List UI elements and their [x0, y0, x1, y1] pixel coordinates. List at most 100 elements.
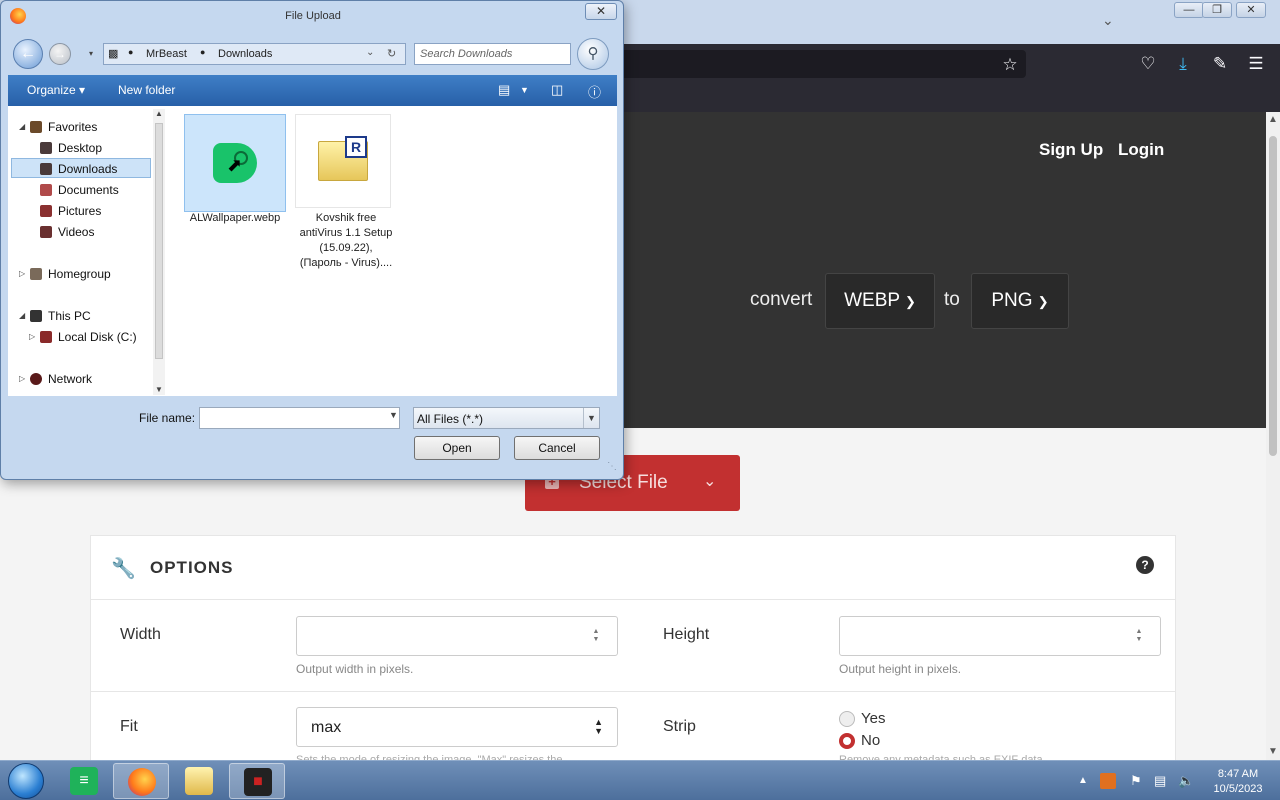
resize-grip-icon[interactable]: ⋱	[607, 461, 617, 472]
disk-icon	[40, 331, 52, 343]
scroll-down-icon[interactable]: ▼	[155, 385, 163, 394]
to-format-value: PNG	[991, 290, 1033, 311]
file-name-line: Kovshik free	[315, 212, 377, 224]
nav-item-desktop[interactable]: Desktop	[40, 141, 102, 155]
nav-scrollbar[interactable]: ▲ ▼	[153, 109, 165, 395]
taskbar-app-dark[interactable]: ■	[229, 763, 285, 799]
url-bar[interactable]: ☆	[610, 50, 1026, 78]
search-input[interactable]: Search Downloads	[414, 43, 571, 65]
strip-yes-label[interactable]: Yes	[861, 710, 885, 727]
recent-locations-icon[interactable]: ▾	[89, 49, 93, 58]
nav-item-favorites[interactable]: Favorites	[30, 120, 97, 134]
system-clock[interactable]: 8:47 AM 10/5/2023	[1206, 767, 1270, 797]
nav-item-label: Local Disk (C:)	[58, 330, 137, 344]
network-tray-icon[interactable]: ▤	[1154, 773, 1166, 789]
menu-icon[interactable]: ☰	[1246, 54, 1266, 74]
volume-icon[interactable]: 🔈	[1178, 773, 1194, 789]
taskbar-app-firefox[interactable]	[113, 763, 169, 799]
signup-link[interactable]: Sign Up	[1039, 140, 1103, 160]
spinner-icon[interactable]: ▲ ▼	[591, 628, 601, 644]
scrollbar-thumb[interactable]	[155, 123, 163, 359]
from-format-value: WEBP	[844, 290, 900, 311]
strip-no-radio[interactable]	[839, 733, 855, 749]
nav-item-label: Pictures	[58, 204, 102, 218]
scrollbar-thumb[interactable]	[1269, 136, 1277, 456]
close-window-icon[interactable]: ✕	[1236, 2, 1266, 18]
address-bar[interactable]: ▩ ● MrBeast ● Downloads ⌄ ↻	[103, 43, 406, 65]
page-scrollbar[interactable]: ▲ ▼	[1266, 112, 1280, 760]
forward-arrow-icon[interactable]: →	[49, 43, 71, 65]
address-dropdown-icon[interactable]: ⌄	[366, 47, 374, 58]
chevron-down-icon[interactable]: ⌄	[703, 471, 716, 491]
action-center-flag-icon[interactable]: ⚑	[1130, 773, 1142, 789]
nav-item-label: Favorites	[48, 120, 98, 134]
collapse-icon[interactable]: ◢	[19, 311, 25, 320]
app-icon: ■	[244, 768, 272, 796]
nav-item-videos[interactable]: Videos	[40, 225, 94, 239]
file-name-input[interactable]	[199, 407, 400, 429]
height-input[interactable]: ▲ ▼	[839, 616, 1161, 656]
extensions-icon[interactable]: ✎	[1210, 54, 1230, 74]
collapse-icon[interactable]: ◢	[19, 122, 25, 131]
width-label: Width	[120, 626, 161, 643]
width-input[interactable]: ▲ ▼	[296, 616, 618, 656]
help-icon[interactable]: ?	[1136, 556, 1154, 574]
nav-item-homegroup[interactable]: Homegroup	[30, 267, 111, 281]
strip-yes-radio[interactable]	[839, 711, 855, 727]
file-upload-dialog: File Upload ✕ ← → ▾ ▩ ● MrBeast ● Downlo…	[0, 0, 624, 480]
breadcrumb-downloads[interactable]: Downloads	[218, 48, 272, 60]
minimize-icon[interactable]: —	[1174, 2, 1204, 18]
scroll-up-icon[interactable]: ▲	[155, 109, 163, 118]
login-link[interactable]: Login	[1118, 140, 1164, 160]
preview-pane-icon[interactable]: ◫	[551, 82, 563, 98]
change-view-icon[interactable]: ▤	[498, 82, 510, 98]
bookmark-star-icon[interactable]: ☆	[1000, 55, 1020, 75]
start-button[interactable]	[8, 763, 44, 799]
maximize-icon[interactable]: ❐	[1202, 2, 1232, 18]
nav-item-downloads[interactable]: Downloads	[40, 162, 117, 176]
wrench-icon: 🔧	[111, 558, 136, 580]
breadcrumb-separator-icon[interactable]: ●	[200, 47, 205, 57]
taskbar-app-green[interactable]: ≡	[56, 763, 112, 799]
folder-user-icon: ▩	[108, 48, 119, 60]
scroll-up-icon[interactable]: ▲	[1268, 114, 1278, 125]
search-icon[interactable]: ⚲	[577, 38, 609, 70]
expand-icon[interactable]: ▷	[19, 269, 25, 278]
pocket-icon[interactable]: ♡	[1138, 54, 1158, 74]
expand-icon[interactable]: ▷	[19, 374, 25, 383]
list-all-tabs-icon[interactable]: ⌄	[1102, 12, 1114, 29]
help-icon[interactable]: ⓘ	[588, 82, 601, 101]
organize-button[interactable]: Organize ▾	[27, 83, 85, 97]
file-type-select[interactable]: All Files (*.*) ▼	[413, 407, 600, 429]
breadcrumb-separator-icon[interactable]: ●	[128, 47, 133, 57]
cancel-button[interactable]: Cancel	[514, 436, 600, 460]
open-button[interactable]: Open	[414, 436, 500, 460]
new-folder-button[interactable]: New folder	[118, 83, 175, 97]
refresh-icon[interactable]: ↻	[387, 47, 396, 60]
nav-item-documents[interactable]: Documents	[40, 183, 119, 197]
taskbar-app-explorer[interactable]	[171, 763, 227, 799]
breadcrumb-mrbeast[interactable]: MrBeast	[146, 48, 187, 60]
file-thumbnail: R	[295, 114, 391, 208]
to-format-dropdown[interactable]: PNG ❯	[971, 273, 1069, 329]
scroll-down-icon[interactable]: ▼	[1268, 746, 1278, 757]
nav-item-this-pc[interactable]: This PC	[30, 309, 91, 323]
nav-item-pictures[interactable]: Pictures	[40, 204, 101, 218]
height-hint: Output height in pixels.	[839, 662, 962, 676]
from-format-dropdown[interactable]: WEBP ❯	[825, 273, 935, 329]
clock-time: 8:47 AM	[1217, 768, 1259, 780]
tray-expand-icon[interactable]: ▲	[1078, 775, 1088, 786]
close-icon[interactable]: ✕	[585, 3, 617, 20]
nav-item-network[interactable]: Network	[30, 372, 92, 386]
fit-select[interactable]: max ▲ ▼	[296, 707, 618, 747]
file-name-dropdown-icon[interactable]: ▼	[389, 410, 398, 420]
strip-no-label[interactable]: No	[861, 732, 880, 749]
nav-item-local-disk[interactable]: Local Disk (C:)	[40, 330, 137, 344]
clock-date: 10/5/2023	[1213, 783, 1263, 795]
spinner-icon[interactable]: ▲ ▼	[1134, 628, 1144, 644]
back-arrow-icon[interactable]: ←	[13, 39, 43, 69]
view-dropdown-icon[interactable]: ▼	[520, 85, 529, 95]
downloads-icon[interactable]: ⤓	[1173, 54, 1193, 74]
expand-icon[interactable]: ▷	[29, 332, 35, 341]
tray-app-icon[interactable]	[1100, 773, 1116, 789]
